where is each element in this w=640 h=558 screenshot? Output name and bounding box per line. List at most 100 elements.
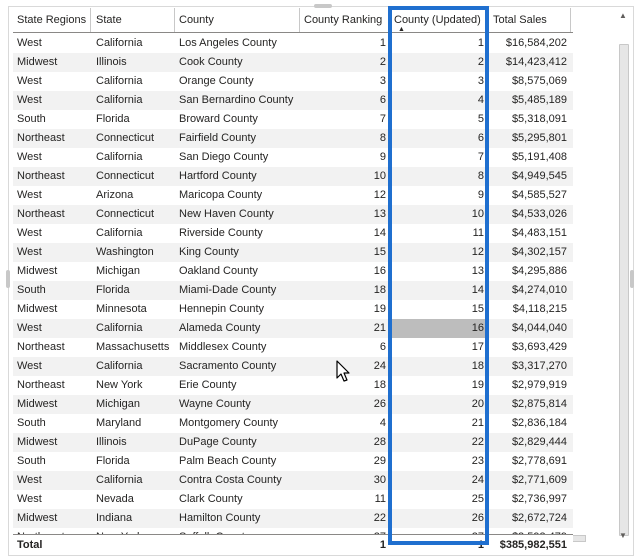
column-header-state[interactable]: State [92, 8, 175, 32]
cell-county-ranking: 21 [373, 322, 386, 334]
cell-county-ranking: 28 [373, 436, 386, 448]
table-row[interactable]: Midwest Minnesota Hennepin County 19 15 $4,11… [13, 300, 573, 319]
cell-county-ranking: 13 [373, 208, 386, 220]
cell-total-sales: $4,302,157 [511, 246, 567, 258]
cell-total-sales: $5,191,408 [511, 151, 567, 163]
table-row[interactable]: Midwest Michigan Wayne County 26 20 $2,875,81… [13, 395, 573, 414]
cell-state-region: Midwest [17, 303, 58, 315]
cell-county-ranking: 18 [373, 284, 386, 296]
cell-state: Arizona [96, 189, 134, 201]
cell-state: Illinois [96, 436, 127, 448]
table-row[interactable]: Midwest Michigan Oakland County 16 13 $4,295,… [13, 262, 573, 281]
cell-state: Massachusetts [96, 341, 170, 353]
table-row[interactable]: South Florida Miami-Dade County 18 14 $4,274,… [13, 281, 573, 300]
cell-state: California [96, 227, 143, 239]
cell-state: California [96, 474, 143, 486]
table-row[interactable]: West California San Bernardino County 6 4 $5,… [13, 91, 573, 110]
table-row[interactable]: Northeast Connecticut Fairfield County 8 6 $5… [13, 129, 573, 148]
cell-state: Connecticut [96, 132, 155, 144]
column-header-county-ranking[interactable]: County Ranking [300, 8, 390, 32]
cell-total-sales: $2,829,444 [511, 436, 567, 448]
table-row[interactable]: West California Sacramento County 24 18 $3,31… [13, 357, 573, 376]
cell-county: Erie County [179, 379, 237, 391]
table-row[interactable]: South Florida Palm Beach County 29 23 $2,778,… [13, 452, 573, 471]
cell-state-region: West [17, 94, 42, 106]
table-row[interactable]: West California Orange County 3 3 $8,575,069 [13, 72, 573, 91]
table-row[interactable]: Midwest Indiana Hamilton County 22 26 $2,672,… [13, 509, 573, 528]
table-row[interactable]: Northeast Connecticut New Haven County 13 10… [13, 205, 573, 224]
cell-total-sales: $4,585,527 [511, 189, 567, 201]
cell-county: DuPage County [179, 436, 257, 448]
cell-total-sales: $2,836,184 [511, 417, 567, 429]
table-row[interactable]: Northeast Connecticut Hartford County 10 8 $4… [13, 167, 573, 186]
cell-state-region: West [17, 189, 42, 201]
cell-total-sales: $3,317,270 [511, 360, 567, 372]
cell-total-sales: $3,693,429 [511, 341, 567, 353]
cell-state-region: Northeast [17, 208, 65, 220]
scroll-down-icon[interactable]: ▼ [617, 530, 629, 542]
cell-total-sales: $4,274,010 [511, 284, 567, 296]
cell-state: Indiana [96, 512, 133, 524]
cell-county: Riverside County [179, 227, 263, 239]
cell-county: Alameda County [179, 322, 261, 334]
resize-handle-right[interactable] [630, 270, 634, 288]
highlight-box-county-updated [388, 6, 489, 545]
cell-total-sales: $4,949,545 [511, 170, 567, 182]
table-row[interactable]: Northeast Massachusetts Middlesex County 6 1… [13, 338, 573, 357]
cell-county-ranking: 11 [374, 493, 386, 505]
cell-state: Nevada [96, 493, 134, 505]
cell-county: Hennepin County [179, 303, 265, 315]
column-header-state-regions[interactable]: State Regions [13, 8, 91, 32]
cell-county-ranking: 10 [373, 170, 386, 182]
table-visual: State Regions State County County Rankin… [13, 8, 605, 542]
cell-state-region: West [17, 227, 42, 239]
cell-total-sales: $8,575,069 [511, 75, 567, 87]
table-row[interactable]: West Washington King County 15 12 $4,302,157 [13, 243, 573, 262]
table-row[interactable]: Northeast New York Erie County 18 19 $2,979,9… [13, 376, 573, 395]
table-row[interactable]: West California San Diego County 9 7 $5,191,4… [13, 148, 573, 167]
table-row[interactable]: West Arizona Maricopa County 12 9 $4,585,527 [13, 186, 573, 205]
total-label: Total [17, 539, 43, 551]
cell-state: Minnesota [96, 303, 147, 315]
cell-state-region: South [17, 113, 46, 125]
cell-state: Maryland [96, 417, 142, 429]
table-row[interactable]: Midwest Illinois Cook County 2 2 $14,423,412 [13, 53, 573, 72]
cell-total-sales: $4,295,886 [511, 265, 567, 277]
cell-state-region: West [17, 360, 42, 372]
cell-state: California [96, 151, 143, 163]
cell-county-ranking: 15 [373, 246, 386, 258]
cell-total-sales: $2,672,724 [511, 512, 567, 524]
table-row[interactable]: Midwest Illinois DuPage County 28 22 $2,829,4… [13, 433, 573, 452]
vertical-scrollbar[interactable]: ▲ ▼ [617, 8, 629, 554]
vertical-scrollbar-thumb[interactable] [619, 44, 629, 536]
cell-county: Wayne County [179, 398, 251, 410]
table-row[interactable]: West California Contra Costa County 30 24 $2,… [13, 471, 573, 490]
table-row[interactable]: South Florida Broward County 7 5 $5,318,091 [13, 110, 573, 129]
table-row[interactable]: West California Los Angeles County 1 1 $16,58… [13, 34, 573, 53]
scroll-up-icon[interactable]: ▲ [617, 10, 629, 22]
table-row[interactable]: West California Riverside County 14 11 $4,483… [13, 224, 573, 243]
column-header-county[interactable]: County [175, 8, 300, 32]
cell-county: Fairfield County [179, 132, 257, 144]
cell-county: Maricopa County [179, 189, 263, 201]
cell-state-region: West [17, 75, 42, 87]
cell-state: Connecticut [96, 170, 155, 182]
resize-handle-left[interactable] [6, 270, 10, 288]
table-row[interactable]: South Maryland Montgomery County 4 21 $2,836,… [13, 414, 573, 433]
column-header-total-sales[interactable]: Total Sales [489, 8, 571, 32]
cell-county-ranking: 6 [379, 341, 386, 353]
cell-state-region: Northeast [17, 170, 65, 182]
cell-total-sales: $2,736,997 [511, 493, 567, 505]
cell-county: Broward County [179, 113, 258, 125]
cell-state-region: West [17, 37, 42, 49]
cell-state-region: Northeast [17, 132, 65, 144]
cell-county-ranking: 4 [379, 417, 386, 429]
total-sales: $385,982,551 [499, 539, 567, 551]
table-row[interactable]: West Nevada Clark County 11 25 $2,736,997 [13, 490, 573, 509]
cell-county-ranking: 8 [379, 132, 386, 144]
table-body: West California Los Angeles County 1 1 $16,58… [13, 34, 573, 542]
cell-state: California [96, 75, 143, 87]
table-row[interactable]: West California Alameda County 21 16 $4,044,0… [13, 319, 573, 338]
cell-county: Clark County [179, 493, 243, 505]
cell-state-region: West [17, 474, 42, 486]
